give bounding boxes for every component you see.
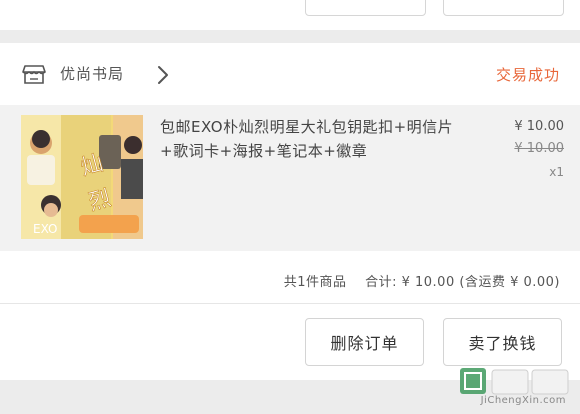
product-title[interactable]: 包邮EXO朴灿烈明星大礼包钥匙扣+明信片+歌词卡+海报+笔记本+徽章 xyxy=(160,115,460,163)
shop-header[interactable]: 优尚书局 交易成功 xyxy=(0,43,580,105)
order-total: 合计: ¥ 10.00 xyxy=(365,275,455,290)
previous-action-button-2[interactable] xyxy=(443,0,564,16)
order-card: 优尚书局 交易成功 灿 烈 EXO 包邮EXO朴灿烈明星大礼包钥匙扣+明信片+歌… xyxy=(0,43,580,380)
product-image-label: EXO xyxy=(33,222,57,236)
delete-order-button[interactable]: 删除订单 xyxy=(305,318,424,366)
shipping-fee: (含运费 ¥ 0.00) xyxy=(459,275,560,290)
watermark: JiChengXin.com xyxy=(456,364,574,410)
item-count: 共1件商品 xyxy=(283,275,347,290)
previous-action-button-1[interactable] xyxy=(305,0,426,16)
shop-name[interactable]: 优尚书局 xyxy=(60,63,124,84)
chevron-right-icon[interactable] xyxy=(156,65,170,85)
product-thumbnail[interactable]: 灿 烈 EXO xyxy=(21,115,143,239)
sell-for-cash-button[interactable]: 卖了换钱 xyxy=(443,318,562,366)
product-image: 灿 烈 EXO xyxy=(21,115,143,239)
previous-order-card xyxy=(0,0,580,30)
product-price: ¥ 10.00 xyxy=(514,119,564,134)
goods-item[interactable]: 灿 烈 EXO 包邮EXO朴灿烈明星大礼包钥匙扣+明信片+歌词卡+海报+笔记本+… xyxy=(0,105,580,251)
shop-icon xyxy=(22,65,46,84)
order-summary: 共1件商品 合计: ¥ 10.00 (含运费 ¥ 0.00) xyxy=(284,271,560,290)
watermark-text: JiChengXin.com xyxy=(480,395,566,406)
divider xyxy=(0,303,580,304)
product-original-price: ¥ 10.00 xyxy=(514,141,564,156)
order-status: 交易成功 xyxy=(495,66,560,84)
product-quantity: x1 xyxy=(549,165,564,179)
